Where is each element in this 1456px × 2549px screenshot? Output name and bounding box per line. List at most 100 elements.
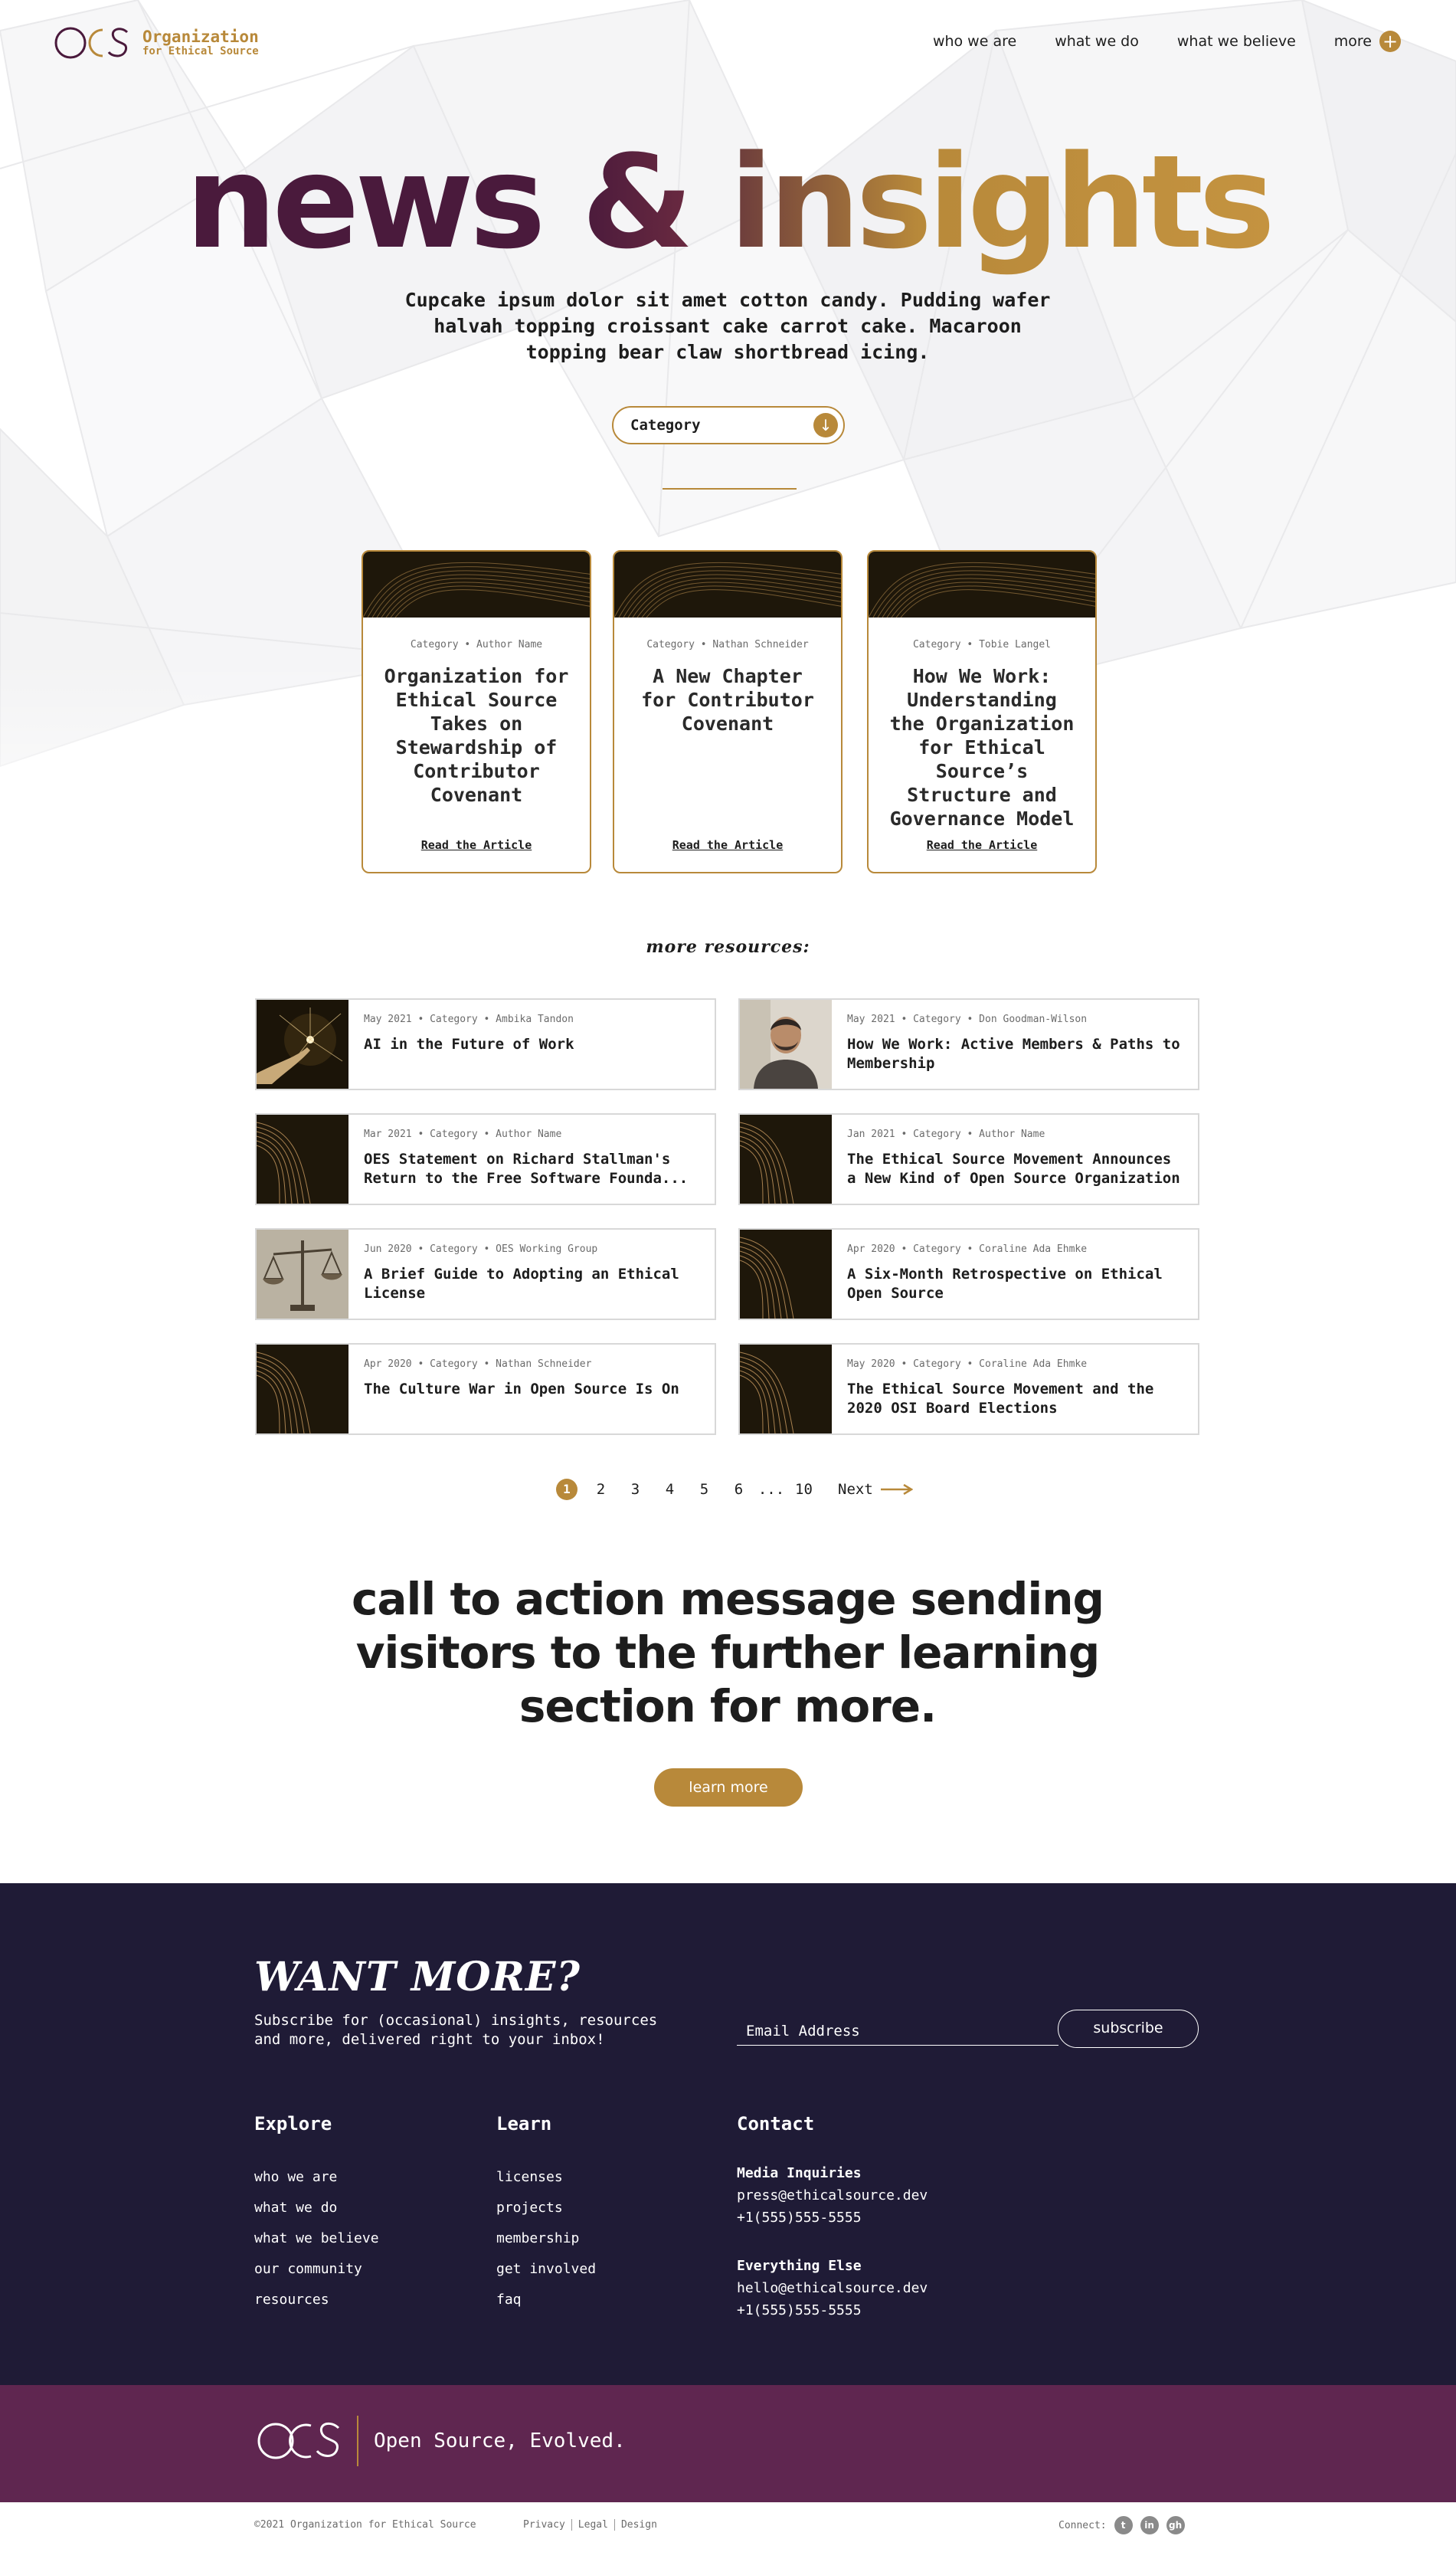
page-link[interactable]: 10 — [787, 1481, 821, 1498]
more-resources-heading: more resources: — [646, 937, 810, 957]
media-phone[interactable]: +1(555)555-5555 — [737, 2207, 928, 2229]
footer-link[interactable]: faq — [496, 2285, 596, 2315]
resource-meta: May 2020 • Category • Coraline Ada Ehmke — [847, 1358, 1088, 1370]
footer-link[interactable]: resources — [254, 2285, 379, 2315]
privacy-link[interactable]: Privacy — [517, 2519, 572, 2531]
category-label: Category — [630, 417, 701, 434]
site-logo[interactable]: Organization for Ethical Source — [54, 23, 259, 63]
nav-more[interactable]: more + — [1334, 31, 1401, 52]
resource-title[interactable]: AI in the Future of Work — [364, 1035, 701, 1054]
subscribe-description: Subscribe for (occasional) insights, res… — [254, 2012, 658, 2048]
pagination: 1 2 3 4 5 6 ... 10 Next — [556, 1479, 913, 1500]
nav-what-we-believe[interactable]: what we believe — [1177, 33, 1296, 50]
card-meta: Category • Nathan Schneider — [646, 639, 809, 650]
connect-label: Connect: — [1058, 2519, 1107, 2531]
oes-logo-icon[interactable] — [256, 2416, 342, 2466]
footer-brand-band: Open Source, Evolved. — [0, 2385, 1456, 2502]
page-current[interactable]: 1 — [556, 1479, 577, 1500]
hero-divider — [663, 488, 797, 490]
contact-heading: Contact — [737, 2113, 815, 2135]
band-separator — [357, 2416, 358, 2466]
legal-links: Privacy Legal Design — [517, 2519, 663, 2531]
footer-link[interactable]: get involved — [496, 2254, 596, 2285]
card-title[interactable]: How We Work: Understanding the Organizat… — [886, 664, 1078, 831]
general-phone[interactable]: +1(555)555-5555 — [737, 2299, 928, 2321]
tagline: Open Source, Evolved. — [374, 2429, 626, 2452]
next-page-button[interactable]: Next — [838, 1481, 913, 1498]
featured-card[interactable]: Category • Nathan Schneider A New Chapte… — [613, 550, 843, 873]
resource-item[interactable]: Apr 2020 • Category • Nathan Schneider T… — [255, 1343, 716, 1435]
media-email[interactable]: press@ethicalsource.dev — [737, 2184, 928, 2207]
card-title[interactable]: A New Chapter for Contributor Covenant — [632, 664, 823, 736]
page-link[interactable]: 5 — [687, 1481, 721, 1498]
resource-item[interactable]: May 2021 • Category • Don Goodman-Wilson… — [738, 998, 1199, 1090]
footer-link[interactable]: licenses — [496, 2162, 596, 2193]
page-ellipsis: ... — [757, 1481, 785, 1498]
footer-link[interactable]: membership — [496, 2223, 596, 2254]
next-label: Next — [838, 1481, 873, 1498]
resource-item[interactable]: May 2020 • Category • Coraline Ada Ehmke… — [738, 1343, 1199, 1435]
hero-description: Cupcake ipsum dolor sit amet cotton cand… — [404, 289, 1051, 363]
read-article-link[interactable]: Read the Article — [363, 838, 590, 852]
featured-card[interactable]: Category • Author Name Organization for … — [362, 550, 591, 873]
github-icon[interactable]: gh — [1166, 2516, 1185, 2534]
featured-card[interactable]: Category • Tobie Langel How We Work: Und… — [867, 550, 1097, 873]
nav-what-we-do[interactable]: what we do — [1055, 33, 1139, 50]
title-insights: insights — [729, 127, 1275, 277]
resource-item[interactable]: Jun 2020 • Category • OES Working Group … — [255, 1228, 716, 1320]
category-dropdown[interactable]: Category ↓ — [612, 406, 845, 444]
resource-title[interactable]: How We Work: Active Members & Paths to M… — [847, 1035, 1184, 1073]
resource-thumbnail — [740, 1230, 832, 1319]
resource-thumbnail — [740, 1115, 832, 1204]
logo-subtitle: for Ethical Source — [142, 44, 259, 57]
linkedin-icon[interactable]: in — [1140, 2516, 1159, 2534]
resource-title[interactable]: The Culture War in Open Source Is On — [364, 1380, 701, 1399]
nav-more-label: more — [1333, 33, 1372, 50]
oes-logo-icon — [54, 27, 129, 59]
subscribe-button[interactable]: subscribe — [1058, 2010, 1199, 2048]
resource-title[interactable]: The Ethical Source Movement Announces a … — [847, 1150, 1184, 1188]
legal-link[interactable]: Legal — [572, 2519, 615, 2531]
resource-meta: Apr 2020 • Category • Coraline Ada Ehmke — [847, 1243, 1088, 1255]
resource-title[interactable]: The Ethical Source Movement and the 2020… — [847, 1380, 1184, 1418]
footer-link[interactable]: projects — [496, 2193, 596, 2223]
logo-name: Organization — [142, 27, 259, 46]
everything-else-label: Everything Else — [737, 2258, 862, 2274]
resource-title[interactable]: OES Statement on Richard Stallman's Retu… — [364, 1150, 701, 1188]
footer-link[interactable]: who we are — [254, 2162, 379, 2193]
plus-icon: + — [1379, 31, 1401, 52]
footer-link[interactable]: our community — [254, 2254, 379, 2285]
card-title[interactable]: Organization for Ethical Source Takes on… — [381, 664, 572, 807]
bottom-bar: ©2021 Organization for Ethical Source Pr… — [0, 2502, 1456, 2549]
page-link[interactable]: 3 — [618, 1481, 653, 1498]
resource-item[interactable]: May 2021 • Category • Ambika Tandon AI i… — [255, 998, 716, 1090]
resource-meta: Jun 2020 • Category • OES Working Group — [364, 1243, 598, 1255]
footer-link[interactable]: what we believe — [254, 2223, 379, 2254]
design-link[interactable]: Design — [615, 2519, 663, 2531]
resource-title[interactable]: A Six-Month Retrospective on Ethical Ope… — [847, 1265, 1184, 1303]
email-field[interactable] — [737, 2009, 1058, 2046]
resource-item[interactable]: Mar 2021 • Category • Author Name OES St… — [255, 1113, 716, 1205]
resource-title[interactable]: A Brief Guide to Adopting an Ethical Lic… — [364, 1265, 701, 1303]
page-link[interactable]: 2 — [584, 1481, 618, 1498]
nav-who-we-are[interactable]: who we are — [933, 33, 1016, 50]
read-article-link[interactable]: Read the Article — [614, 838, 841, 852]
general-email[interactable]: hello@ethicalsource.dev — [737, 2277, 928, 2299]
arrow-down-icon: ↓ — [813, 413, 838, 437]
page-link[interactable]: 4 — [653, 1481, 687, 1498]
resource-meta: Jan 2021 • Category • Author Name — [847, 1129, 1045, 1140]
page-link[interactable]: 6 — [721, 1481, 756, 1498]
read-article-link[interactable]: Read the Article — [869, 838, 1095, 852]
footer-link[interactable]: what we do — [254, 2193, 379, 2223]
resource-item[interactable]: Jan 2021 • Category • Author Name The Et… — [738, 1113, 1199, 1205]
social-connect: Connect: t in gh — [1058, 2516, 1185, 2534]
resource-thumbnail — [257, 1000, 348, 1089]
twitter-icon[interactable]: t — [1114, 2516, 1133, 2534]
card-meta: Category • Author Name — [410, 639, 543, 650]
resource-item[interactable]: Apr 2020 • Category • Coraline Ada Ehmke… — [738, 1228, 1199, 1320]
learn-more-button[interactable]: learn more — [654, 1768, 803, 1807]
resource-meta: May 2021 • Category • Ambika Tandon — [364, 1014, 574, 1025]
main-nav: who we are what we do what we believe mo… — [933, 31, 1401, 52]
resource-thumbnail — [740, 1345, 832, 1433]
resource-thumbnail — [740, 1000, 832, 1089]
